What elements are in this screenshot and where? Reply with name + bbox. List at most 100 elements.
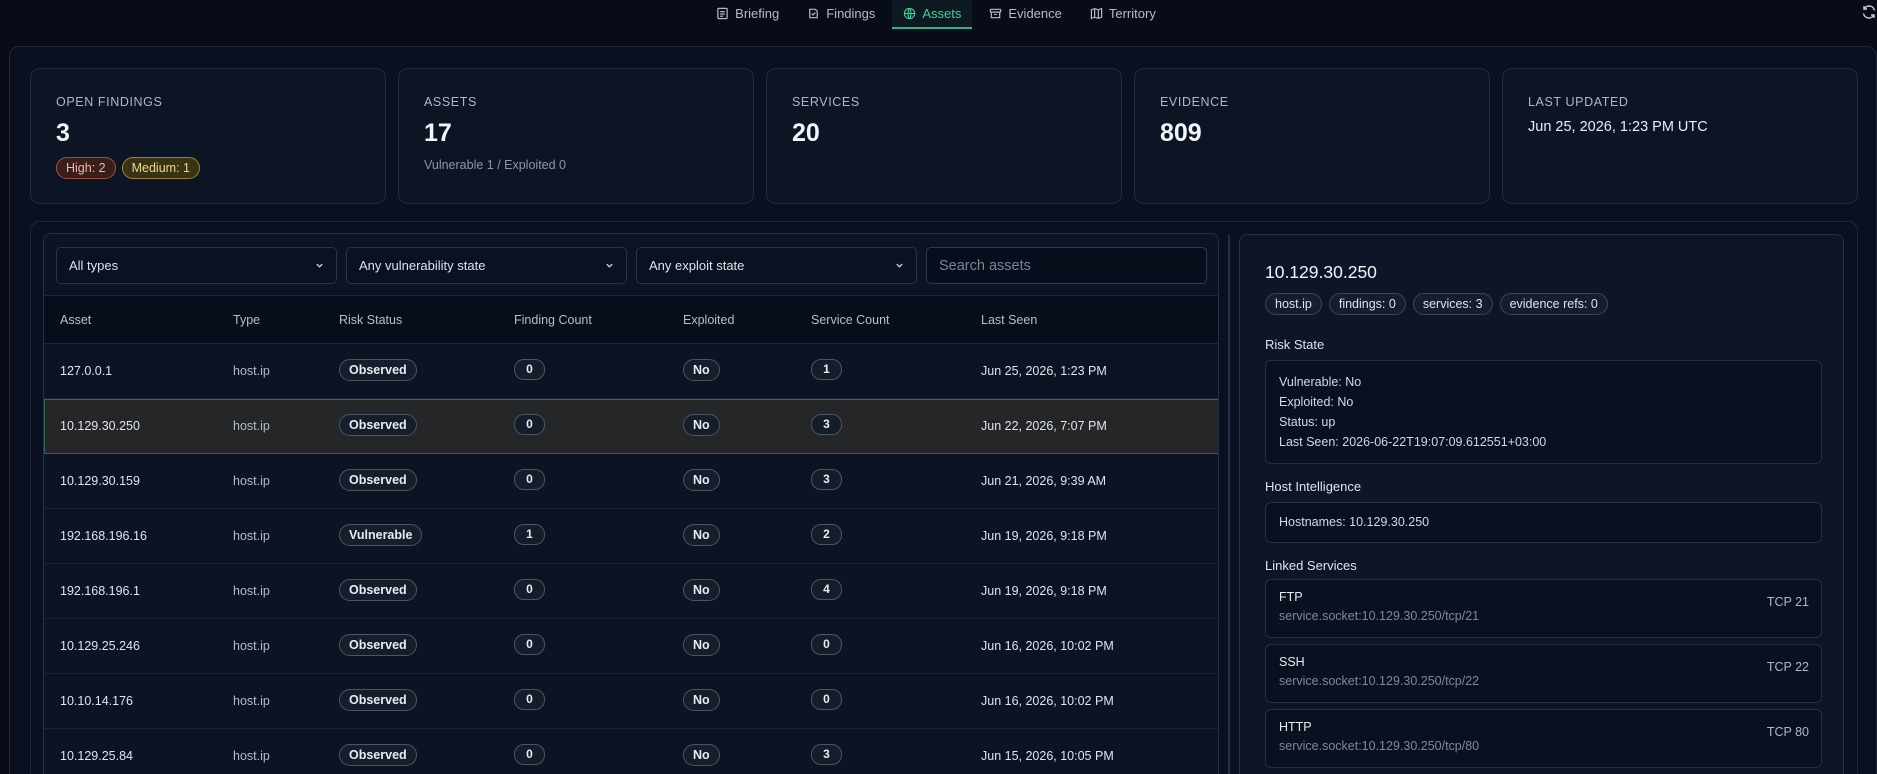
assets-table-panel: All types Any vulnerability state Any ex… xyxy=(43,233,1219,774)
linked-service-item[interactable]: FTP service.socket:10.129.30.250/tcp/21 … xyxy=(1265,579,1822,638)
finding-count-badge: 0 xyxy=(514,579,545,600)
tab-label: Briefing xyxy=(735,6,780,21)
top-nav: Briefing Findings Assets Evidence Territ… xyxy=(0,0,1877,29)
linked-services-heading: Linked Services xyxy=(1265,558,1357,573)
vulnerability-filter-select[interactable]: Any vulnerability state xyxy=(346,247,627,284)
risk-state-line: Exploited: No xyxy=(1279,395,1354,409)
tab-label: Findings xyxy=(826,6,876,21)
asset-detail-panel: 10.129.30.250 host.ip findings: 0 servic… xyxy=(1239,234,1844,774)
panel-resize-handle[interactable] xyxy=(1228,235,1230,774)
risk-status-badge: Observed xyxy=(339,689,417,711)
risk-state-line: Last Seen: 2026-06-22T19:07:09.612551+03… xyxy=(1279,435,1547,449)
linked-service-item[interactable]: SSH service.socket:10.129.30.250/tcp/22 … xyxy=(1265,644,1822,703)
linked-service-item[interactable]: HTTP service.socket:10.129.30.250/tcp/80… xyxy=(1265,709,1822,768)
table-row-selected[interactable]: 10.129.30.250 host.ip Observed 0 No 3 Ju… xyxy=(44,399,1218,454)
exploited-badge: No xyxy=(683,689,720,711)
type-cell: host.ip xyxy=(233,474,270,488)
service-name: HTTP xyxy=(1279,720,1312,734)
type-filter-value: All types xyxy=(69,258,119,273)
tab-evidence[interactable]: Evidence xyxy=(978,0,1072,29)
findings-chip: findings: 0 xyxy=(1328,293,1406,315)
type-chip: host.ip xyxy=(1265,293,1322,315)
finding-count-badge: 1 xyxy=(514,524,545,545)
exploit-filter-select[interactable]: Any exploit state xyxy=(636,247,917,284)
type-cell: host.ip xyxy=(233,584,270,598)
archive-icon xyxy=(990,8,1002,19)
table-row[interactable]: 10.129.30.159 host.ip Observed 0 No 3 Ju… xyxy=(44,454,1218,509)
asset-cell: 10.129.25.84 xyxy=(60,749,133,763)
service-name: SSH xyxy=(1279,655,1305,669)
services-value: 20 xyxy=(792,119,820,147)
assets-subtext: Vulnerable 1 / Exploited 0 xyxy=(424,158,566,172)
chevron-down-icon xyxy=(316,263,323,268)
services-label: Services xyxy=(792,95,860,109)
risk-status-badge: Observed xyxy=(339,634,417,656)
risk-status-badge: Observed xyxy=(339,579,417,601)
tab-assets[interactable]: Assets xyxy=(892,0,973,29)
risk-status-badge: Observed xyxy=(339,469,417,491)
risk-state-heading: Risk State xyxy=(1265,337,1325,352)
risk-state-line: Vulnerable: No xyxy=(1279,375,1362,389)
table-row[interactable]: 10.129.25.246 host.ip Observed 0 No 0 Ju… xyxy=(44,619,1218,674)
last-seen-cell: Jun 21, 2026, 9:39 AM xyxy=(981,474,1107,488)
service-count-badge: 0 xyxy=(811,634,842,655)
service-count-badge: 3 xyxy=(811,744,842,765)
open-findings-label: Open Findings xyxy=(56,95,163,109)
services-card: Services 20 xyxy=(766,68,1122,204)
last-seen-cell: Jun 16, 2026, 10:02 PM xyxy=(981,694,1114,708)
tab-territory[interactable]: Territory xyxy=(1079,0,1167,29)
service-port: TCP 22 xyxy=(1766,660,1809,674)
asset-cell: 192.168.196.1 xyxy=(60,584,140,598)
type-cell: host.ip xyxy=(233,529,270,543)
assets-value: 17 xyxy=(424,119,452,147)
table-row[interactable]: 10.10.14.176 host.ip Observed 0 No 0 Jun… xyxy=(44,674,1218,729)
tab-findings[interactable]: Findings xyxy=(796,0,886,29)
evidence-value: 809 xyxy=(1160,119,1202,147)
table-header: Asset Type Risk Status Finding Count Exp… xyxy=(44,295,1218,344)
hostnames-value: Hostnames: 10.129.30.250 xyxy=(1279,515,1430,529)
service-count-badge: 0 xyxy=(811,689,842,710)
risk-state-line: Status: up xyxy=(1279,415,1336,429)
last-seen-cell: Jun 22, 2026, 7:07 PM xyxy=(981,419,1107,433)
column-header-last-seen[interactable]: Last Seen xyxy=(981,313,1037,327)
medium-severity-badge: Medium: 1 xyxy=(121,157,200,179)
last-updated-value: Jun 25, 2026, 1:23 PM UTC xyxy=(1528,119,1708,135)
risk-status-badge: Vulnerable xyxy=(339,524,423,546)
evidence-label: Evidence xyxy=(1160,95,1229,109)
asset-cell: 10.129.25.246 xyxy=(60,639,140,653)
column-header-risk-status[interactable]: Risk Status xyxy=(339,313,402,327)
exploited-badge: No xyxy=(683,414,720,436)
table-row[interactable]: 192.168.196.16 host.ip Vulnerable 1 No 2… xyxy=(44,509,1218,564)
type-filter-select[interactable]: All types xyxy=(56,247,337,284)
assets-label: Assets xyxy=(424,95,477,109)
risk-status-badge: Observed xyxy=(339,744,417,766)
asset-cell: 192.168.196.16 xyxy=(60,529,147,543)
open-findings-value: 3 xyxy=(56,119,70,147)
risk-status-badge: Observed xyxy=(339,414,417,436)
asset-cell: 10.129.30.250 xyxy=(60,419,140,433)
column-header-finding-count[interactable]: Finding Count xyxy=(514,313,592,327)
tab-label: Territory xyxy=(1108,6,1156,21)
refresh-icon[interactable] xyxy=(1861,4,1877,20)
asset-cell: 10.129.30.159 xyxy=(60,474,140,488)
finding-count-badge: 0 xyxy=(514,689,545,710)
type-cell: host.ip xyxy=(233,419,270,433)
service-count-badge: 1 xyxy=(811,359,842,380)
table-row[interactable]: 192.168.196.1 host.ip Observed 0 No 4 Ju… xyxy=(44,564,1218,619)
column-header-asset[interactable]: Asset xyxy=(60,313,91,327)
search-assets-input[interactable] xyxy=(926,247,1207,284)
exploited-badge: No xyxy=(683,359,720,381)
column-header-exploited[interactable]: Exploited xyxy=(683,313,734,327)
last-updated-card: Last Updated Jun 25, 2026, 1:23 PM UTC xyxy=(1502,68,1858,204)
tab-briefing[interactable]: Briefing xyxy=(705,0,790,29)
table-row[interactable]: 10.129.25.84 host.ip Observed 0 No 3 Jun… xyxy=(44,729,1218,774)
column-header-service-count[interactable]: Service Count xyxy=(811,313,890,327)
finding-count-badge: 0 xyxy=(514,744,545,765)
table-row[interactable]: 127.0.0.1 host.ip Observed 0 No 1 Jun 25… xyxy=(44,344,1218,399)
evidence-refs-chip: evidence refs: 0 xyxy=(1499,293,1608,315)
last-seen-cell: Jun 19, 2026, 9:18 PM xyxy=(981,584,1107,598)
assets-card: Assets 17 Vulnerable 1 / Exploited 0 xyxy=(398,68,754,204)
exploited-badge: No xyxy=(683,579,720,601)
host-intelligence-heading: Host Intelligence xyxy=(1265,479,1362,494)
column-header-type[interactable]: Type xyxy=(233,313,260,327)
